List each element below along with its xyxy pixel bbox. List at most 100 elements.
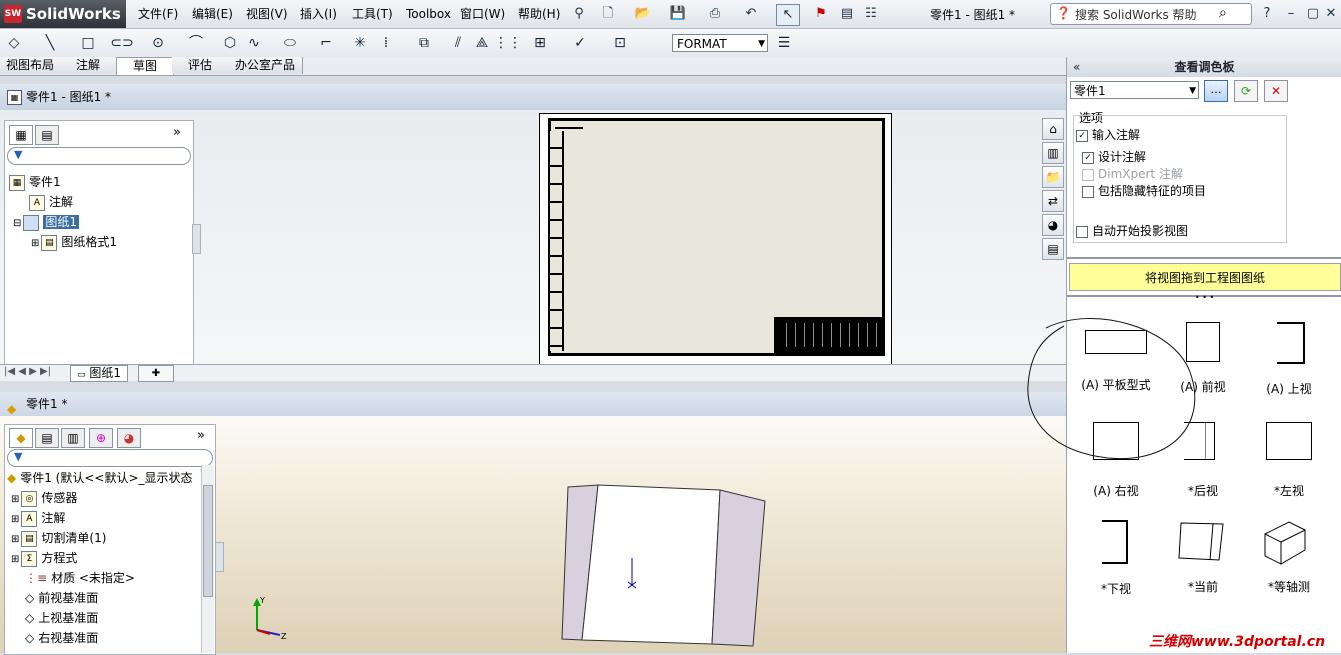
add-sheet-icon[interactable]: ✚ — [138, 365, 174, 382]
rectangle-icon[interactable]: □ — [76, 33, 100, 53]
import-annotations-checkbox[interactable]: ✓ 输入注解 — [1076, 126, 1140, 143]
rebuild-icon[interactable]: ⚑ — [810, 4, 832, 24]
new-file-icon[interactable]: 🗋 — [597, 4, 619, 24]
options-icon[interactable]: ☷ — [860, 4, 882, 24]
trim-icon[interactable]: ⫽ — [446, 33, 470, 53]
tree-item-sensors[interactable]: ⊞ ◎ 传感器 — [11, 489, 77, 507]
tab-evaluate[interactable]: 评估 — [172, 57, 229, 74]
minimize-icon[interactable]: – — [1280, 4, 1302, 24]
tree-filter-box[interactable]: ▼ — [7, 449, 213, 467]
feature-manager-tab-icon[interactable]: ◆ — [9, 428, 33, 448]
collapse-icon[interactable]: ⊟ — [13, 218, 21, 229]
property-manager-tab-icon[interactable]: ▤ — [35, 428, 59, 448]
repair-sketch-icon[interactable]: ⊡ — [608, 33, 632, 53]
move-entities-icon[interactable]: ⊞ — [528, 33, 552, 53]
display-manager-tab-icon[interactable]: ◕ — [117, 428, 141, 448]
select-cursor-icon[interactable]: ↖ — [776, 4, 800, 26]
feature-manager-tab-icon[interactable]: ▦ — [9, 125, 33, 145]
help-icon[interactable]: ? — [1256, 4, 1278, 24]
layer-properties-icon[interactable]: ☰ — [772, 33, 796, 53]
tab-annotation[interactable]: 注解 — [60, 57, 117, 74]
polygon-icon[interactable]: ⬡ — [218, 33, 242, 53]
tree-item-equations[interactable]: ⊞ Σ 方程式 — [11, 549, 77, 567]
print-icon[interactable]: ⎙ — [704, 4, 726, 24]
solidworks-logo[interactable]: SW SolidWorks — [0, 0, 126, 28]
menu-toolbox[interactable]: Toolbox — [406, 5, 451, 23]
fillet-icon[interactable]: ⌐ — [314, 33, 338, 53]
view-left[interactable]: *左视 — [1244, 422, 1334, 499]
expand-icon[interactable]: ⊞ — [11, 554, 19, 565]
expand-panel-icon[interactable]: » — [197, 428, 205, 443]
model-viewport[interactable]: Z Y — [250, 472, 790, 653]
tree-item-part-root[interactable]: ◆ 零件1 (默认<<默认>_显示状态 — [7, 469, 193, 487]
view-palette-icon[interactable]: ⇄ — [1042, 190, 1064, 212]
refresh-icon[interactable]: ⟳ — [1234, 80, 1258, 102]
tree-item-top-plane[interactable]: ◇ 上视基准面 — [25, 609, 98, 627]
ellipse-icon[interactable]: ⬭ — [278, 33, 302, 53]
centerline-icon[interactable]: ⁞ — [374, 33, 398, 53]
sheet-tab-1[interactable]: ▭ 图纸1 — [70, 365, 128, 382]
expand-icon[interactable]: ⊞ — [11, 494, 19, 505]
menu-file[interactable]: 文件(F) — [138, 5, 178, 23]
collapse-pane-icon[interactable]: « — [1073, 57, 1080, 77]
menu-view[interactable]: 视图(V) — [246, 5, 288, 23]
search-input[interactable]: 搜索 SolidWorks 帮助 — [1075, 6, 1197, 23]
mirror-icon[interactable]: ⟁ — [470, 33, 494, 53]
panel-splitter-handle[interactable] — [192, 224, 201, 254]
search-box[interactable]: ❓ 搜索 SolidWorks 帮助 ⌕ — [1050, 3, 1252, 25]
spline-icon[interactable]: ∿ — [242, 33, 266, 53]
grip-dots-icon[interactable]: • • • — [1195, 293, 1214, 302]
design-library-icon[interactable]: ▥ — [1042, 142, 1064, 164]
slot-icon[interactable]: ⊂⊃ — [110, 33, 134, 53]
close-icon[interactable]: ✕ — [1320, 4, 1341, 24]
view-top[interactable]: (A) 上视 — [1244, 322, 1334, 397]
open-folder-icon[interactable]: 📂 — [632, 4, 654, 24]
menu-window[interactable]: 窗口(W) — [460, 5, 505, 23]
menu-edit[interactable]: 编辑(E) — [192, 5, 233, 23]
circle-icon[interactable]: ⊙ — [146, 33, 170, 53]
arc-icon[interactable]: ⌒ — [184, 33, 208, 53]
tree-item-right-plane[interactable]: ◇ 右视基准面 — [25, 629, 98, 647]
panel-splitter-handle[interactable] — [215, 542, 224, 572]
view-isometric[interactable]: *等轴测 — [1244, 520, 1334, 595]
part-select[interactable]: 零件1 ▼ — [1070, 81, 1199, 99]
line-icon[interactable]: ╲ — [38, 33, 62, 53]
property-manager-tab-icon[interactable]: ▤ — [35, 125, 59, 145]
smart-dimension-icon[interactable]: ◇ — [2, 33, 26, 53]
drawing-sheet[interactable] — [539, 113, 892, 365]
expand-icon[interactable]: ⊞ — [11, 534, 19, 545]
auto-projection-checkbox[interactable]: 自动开始投影视图 — [1076, 222, 1188, 239]
tab-sketch[interactable]: 草图 — [116, 57, 174, 75]
tree-item-sheet1[interactable]: ⊟ 图纸1 — [13, 213, 80, 231]
expand-panel-icon[interactable]: » — [173, 125, 181, 140]
undo-icon[interactable]: ↶ — [740, 4, 762, 24]
tab-office-products[interactable]: 办公室产品 — [228, 57, 303, 74]
tree-item-annotation[interactable]: A 注解 — [29, 193, 73, 211]
view-bottom[interactable]: *下视 — [1071, 520, 1161, 597]
menu-tools[interactable]: 工具(T) — [352, 5, 393, 23]
save-icon[interactable]: 💾 — [667, 4, 689, 24]
dimxpert-annotations-checkbox[interactable]: DimXpert 注解 — [1082, 165, 1183, 182]
offset-icon[interactable]: ⧉ — [412, 33, 436, 53]
tree-filter-box[interactable]: ▼ — [7, 147, 191, 165]
configuration-manager-tab-icon[interactable]: ▥ — [61, 428, 85, 448]
point-icon[interactable]: ✳ — [348, 33, 372, 53]
tree-item-sheet-format[interactable]: ⊞ ▤ 图纸格式1 — [31, 233, 117, 251]
appearances-icon[interactable]: ◕ — [1042, 214, 1064, 236]
pin-icon[interactable]: ⚲ — [568, 4, 590, 24]
tree-item-front-plane[interactable]: ◇ 前视基准面 — [25, 589, 98, 607]
tree-item-cut-list[interactable]: ⊞ ▤ 切割清单(1) — [11, 529, 106, 547]
design-annotations-checkbox[interactable]: ✓ 设计注解 — [1082, 148, 1146, 165]
display-relations-icon[interactable]: ✓ — [568, 33, 592, 53]
menu-help[interactable]: 帮助(H) — [518, 5, 560, 23]
format-select[interactable]: FORMAT ▼ — [672, 34, 768, 52]
pattern-icon[interactable]: ⋮⋮ — [494, 33, 522, 53]
browse-button[interactable]: … — [1204, 80, 1228, 102]
clear-all-icon[interactable]: ✕ — [1264, 80, 1288, 102]
tab-view-layout[interactable]: 视图布局 — [0, 57, 61, 74]
expand-icon[interactable]: ⊞ — [11, 514, 19, 525]
tree-item-material[interactable]: ⋮≡ 材质 <未指定> — [25, 569, 135, 587]
tree-scrollbar[interactable] — [201, 465, 214, 653]
search-icon[interactable]: ⌕ — [1219, 5, 1227, 21]
file-properties-icon[interactable]: ▤ — [836, 4, 858, 24]
